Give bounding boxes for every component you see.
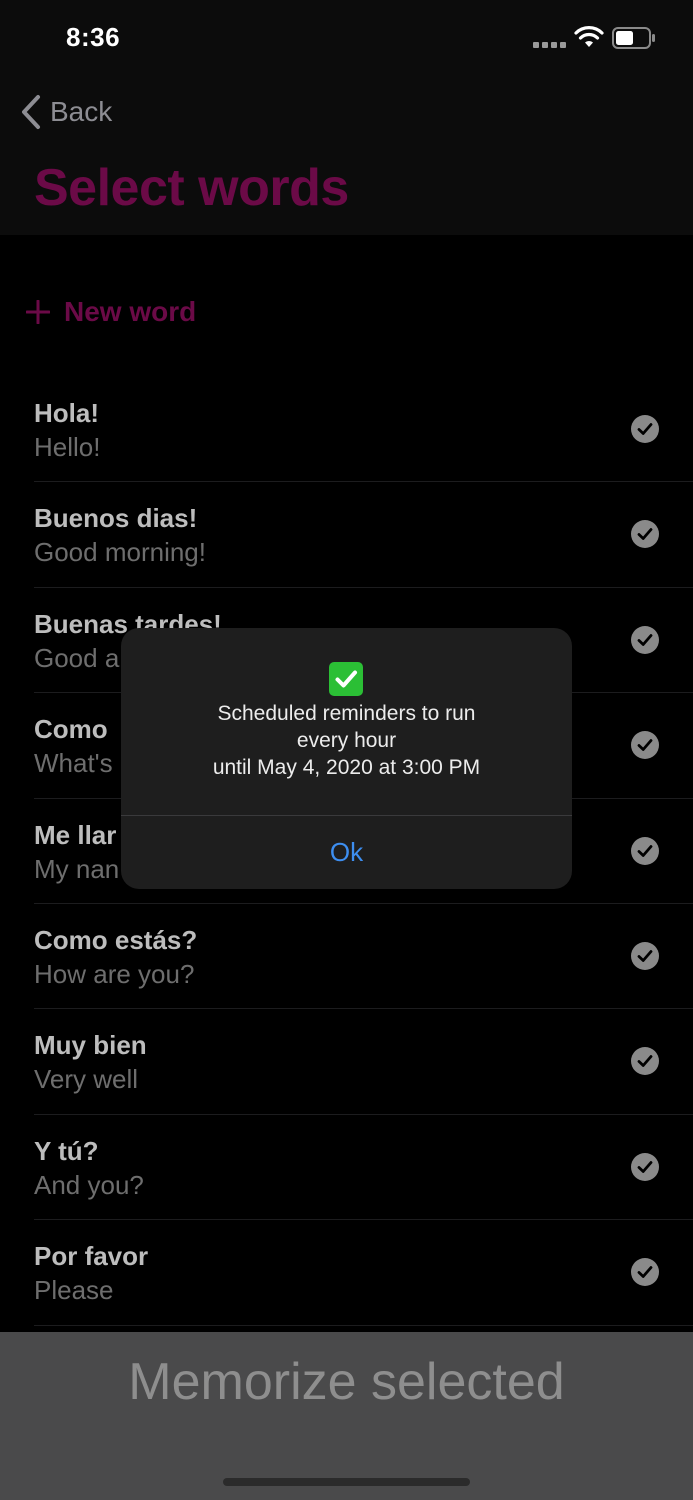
new-word-label: New word (64, 296, 197, 327)
alert-message-line: every hour (296, 729, 397, 752)
back-button[interactable]: Back (20, 92, 112, 132)
translation-text: Very well (34, 1064, 139, 1095)
list-item[interactable]: Y tú? And you? (0, 1115, 693, 1221)
word-text: Como estás? (34, 924, 198, 955)
checkmark-circle-icon[interactable] (631, 625, 659, 654)
page-title: Select words (34, 159, 349, 217)
checkmark-circle-icon[interactable] (631, 731, 659, 760)
translation-text: How are you? (34, 958, 195, 989)
checkmark-circle-icon[interactable] (631, 836, 659, 865)
list-item[interactable]: Como estás? How are you? (0, 904, 693, 1010)
memorize-selected-button[interactable]: Memorize selected (0, 1352, 693, 1412)
word-text: Hola! (34, 398, 99, 428)
plus-icon (26, 300, 50, 324)
checkmark-circle-icon[interactable] (631, 941, 659, 970)
word-text: Como (34, 714, 108, 745)
checkmark-circle-icon[interactable] (631, 1047, 659, 1076)
alert-message-line: Scheduled reminders to run (217, 702, 476, 725)
cellular-signal-icon (533, 40, 567, 48)
alert-message-line: until May 4, 2020 at 3:00 PM (212, 756, 481, 779)
list-item[interactable]: Hola! Hello! (0, 377, 693, 483)
battery-icon (612, 27, 655, 49)
list-item[interactable]: Muy bien Very well (0, 1009, 693, 1115)
word-text: Y tú? (34, 1135, 99, 1166)
translation-text: And you? (34, 1169, 144, 1200)
word-text: Buenos dias! (34, 503, 198, 534)
translation-text: Please (34, 1275, 114, 1306)
checkmark-circle-icon[interactable] (631, 415, 659, 443)
translation-text: My nan (34, 853, 120, 884)
list-item[interactable]: Buenos dias! Good morning! (0, 482, 693, 588)
ok-button[interactable]: Ok (121, 816, 572, 889)
alert-message: Scheduled reminders to run every hour un… (141, 700, 552, 781)
new-word-button[interactable]: New word (26, 292, 196, 332)
back-label: Back (50, 96, 113, 127)
row-divider (34, 1324, 693, 1326)
checkmark-circle-icon[interactable] (631, 520, 659, 549)
status-bar: 8:36 (0, 0, 693, 80)
word-text: Me llar (34, 819, 117, 850)
check-mark-emoji-icon (329, 662, 363, 696)
list-item[interactable]: Por favor Please (0, 1220, 693, 1326)
translation-text: Good morning! (34, 537, 206, 568)
status-time: 8:36 (66, 22, 121, 52)
word-text: Por favor (34, 1241, 149, 1272)
word-text: Muy bien (34, 1030, 147, 1061)
wifi-icon (574, 26, 604, 47)
translation-text: What's (34, 748, 113, 779)
translation-text: Good a (34, 642, 120, 673)
translation-text: Hello! (34, 432, 101, 462)
alert-dialog: Scheduled reminders to run every hour un… (121, 628, 572, 889)
checkmark-circle-icon[interactable] (631, 1152, 659, 1181)
checkmark-circle-icon[interactable] (631, 1258, 659, 1287)
chevron-left-icon (22, 95, 40, 129)
nav-header: 8:36 Back Select words (0, 0, 693, 235)
home-indicator[interactable] (223, 1478, 470, 1486)
